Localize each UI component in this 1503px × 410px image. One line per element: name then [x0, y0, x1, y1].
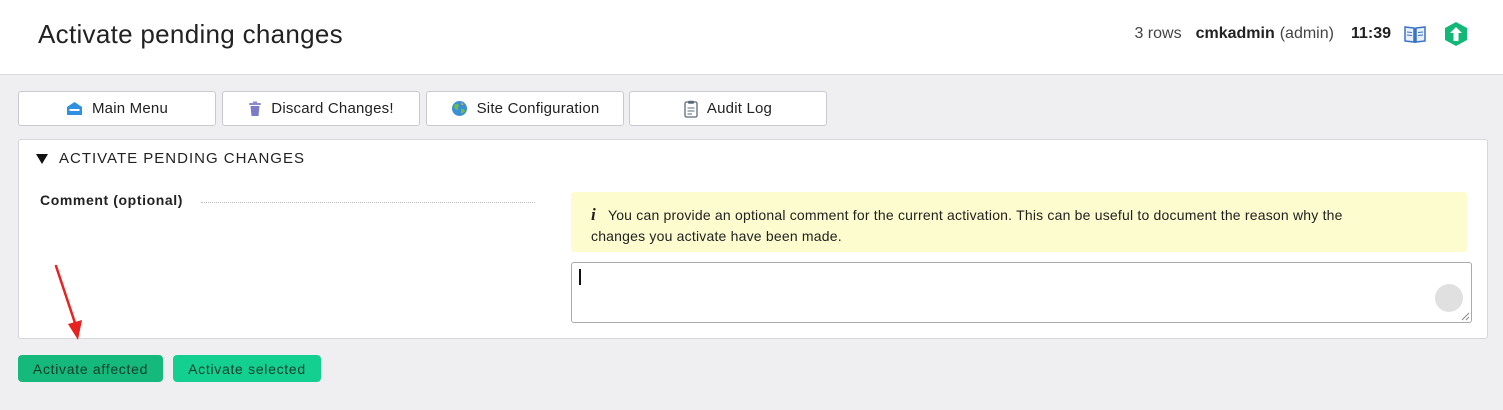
globe-icon — [451, 101, 467, 116]
audit-log-label: Audit Log — [706, 100, 773, 117]
info-box: i You can provide an optional comment for… — [571, 192, 1467, 252]
collapse-triangle-icon[interactable] — [36, 153, 48, 164]
annotation-arrow-icon — [54, 264, 82, 340]
grammar-circle-icon[interactable] — [1435, 284, 1463, 312]
username[interactable]: cmkadmin — [1196, 25, 1275, 43]
book-icon[interactable] — [1403, 24, 1427, 44]
activate-affected-button[interactable]: Activate affected — [18, 355, 163, 382]
label-dotted-leader — [201, 202, 535, 203]
discard-changes-button[interactable]: Discard Changes! — [222, 91, 420, 126]
trash-icon — [249, 101, 262, 116]
text-cursor — [579, 269, 581, 285]
top-bar: Activate pending changes 3 rows cmkadmin… — [0, 0, 1503, 75]
header-status: 3 rows cmkadmin (admin) 11:39 — [1134, 20, 1469, 48]
activate-selected-button[interactable]: Activate selected — [173, 355, 321, 382]
user-role: (admin) — [1279, 25, 1334, 42]
audit-log-button[interactable]: Audit Log — [629, 91, 827, 126]
comment-textarea[interactable] — [571, 262, 1472, 323]
main-menu-label: Main Menu — [91, 100, 168, 117]
comment-label: Comment (optional) — [40, 192, 184, 208]
row-count: 3 rows — [1134, 25, 1182, 42]
info-text-line2: changes you activate have been made. — [591, 228, 842, 244]
home-icon — [66, 102, 82, 115]
panel-title: ACTIVATE PENDING CHANGES — [59, 150, 305, 167]
clipboard-icon — [684, 100, 698, 118]
site-configuration-button[interactable]: Site Configuration — [426, 91, 624, 126]
panel-header[interactable]: ACTIVATE PENDING CHANGES — [36, 150, 305, 167]
discard-changes-label: Discard Changes! — [271, 100, 394, 117]
page-title: Activate pending changes — [38, 19, 343, 49]
main-menu-button[interactable]: Main Menu — [18, 91, 216, 126]
checkmk-logo-icon[interactable] — [1443, 21, 1469, 47]
clock: 11:39 — [1350, 25, 1391, 42]
resize-handle-icon[interactable] — [1461, 312, 1470, 321]
activate-changes-panel: ACTIVATE PENDING CHANGES Comment (option… — [18, 139, 1488, 339]
info-icon: i — [591, 205, 596, 224]
site-configuration-label: Site Configuration — [476, 100, 600, 117]
info-text-line1: You can provide an optional comment for … — [607, 207, 1343, 223]
